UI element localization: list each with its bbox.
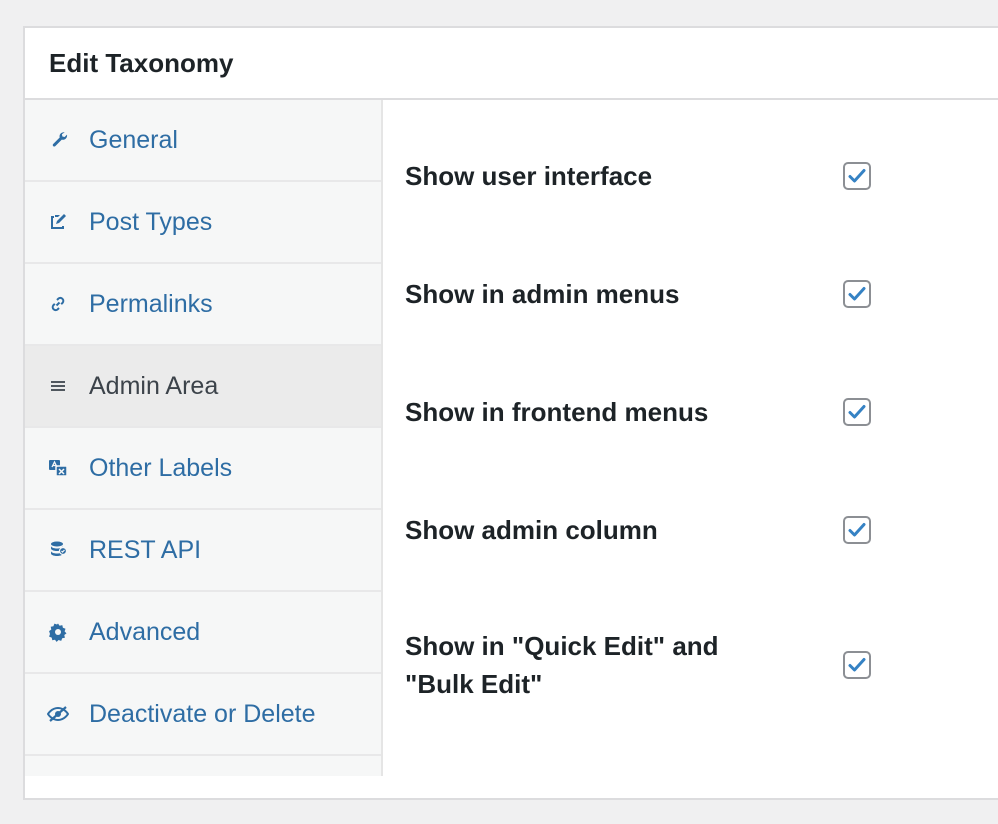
setting-label: Show in frontend menus — [405, 397, 709, 427]
sidebar-item-permalinks[interactable]: Permalinks — [25, 264, 381, 346]
link-icon — [47, 293, 69, 315]
admin-area-settings: Show user interface Show in admin menus … — [383, 100, 998, 776]
panel-title: Edit Taxonomy — [49, 47, 234, 78]
show-ui-checkbox[interactable] — [843, 162, 871, 190]
sidebar-item-other-labels[interactable]: Other Labels — [25, 428, 381, 510]
sidebar-item-deactivate-or-delete[interactable]: Deactivate or Delete — [25, 674, 381, 756]
menu-icon — [47, 375, 69, 397]
edit-taxonomy-panel: Edit Taxonomy General Post Types Permali… — [23, 26, 998, 800]
hidden-icon — [47, 703, 69, 725]
translation-icon — [47, 457, 69, 479]
checkmark-icon — [848, 658, 866, 672]
setting-row-show-in-quick-edit: Show in "Quick Edit" and "Bulk Edit" — [405, 627, 885, 703]
setting-label: Show in admin menus — [405, 279, 680, 309]
sidebar-item-admin-area[interactable]: Admin Area — [25, 346, 381, 428]
sidebar-nav: General Post Types Permalinks Admin Area — [25, 100, 383, 776]
sidebar-item-label: Other Labels — [89, 453, 233, 482]
panel-header: Edit Taxonomy — [25, 28, 998, 100]
gear-icon — [47, 621, 69, 643]
show-in-frontend-menus-checkbox[interactable] — [843, 398, 871, 426]
setting-row-show-in-admin-menus: Show in admin menus — [405, 275, 885, 313]
sidebar-item-label: Post Types — [89, 207, 213, 236]
setting-row-show-in-frontend-menus: Show in frontend menus — [405, 393, 885, 431]
show-in-quick-edit-checkbox[interactable] — [843, 651, 871, 679]
setting-row-show-admin-column: Show admin column — [405, 511, 885, 549]
setting-label: Show admin column — [405, 515, 658, 545]
checkmark-icon — [848, 405, 866, 419]
database-icon — [47, 539, 69, 561]
checkmark-icon — [848, 169, 866, 183]
show-admin-column-checkbox[interactable] — [843, 516, 871, 544]
setting-label: Show user interface — [405, 161, 653, 191]
sidebar-item-general[interactable]: General — [25, 100, 381, 182]
setting-label: Show in "Quick Edit" and "Bulk Edit" — [405, 631, 719, 699]
sidebar-item-advanced[interactable]: Advanced — [25, 592, 381, 674]
panel-body: General Post Types Permalinks Admin Area — [25, 100, 998, 776]
setting-row-show-ui: Show user interface — [405, 157, 885, 195]
sidebar-item-label: Admin Area — [89, 371, 219, 400]
show-in-admin-menus-checkbox[interactable] — [843, 280, 871, 308]
sidebar-item-label: General — [89, 125, 178, 154]
sidebar-item-label: Deactivate or Delete — [89, 699, 316, 728]
checkmark-icon — [848, 523, 866, 537]
checkmark-icon — [848, 287, 866, 301]
wrench-icon — [47, 129, 69, 151]
edit-page-icon — [47, 211, 69, 233]
sidebar-item-label: REST API — [89, 535, 202, 564]
sidebar-item-label: Advanced — [89, 617, 201, 646]
sidebar-item-rest-api[interactable]: REST API — [25, 510, 381, 592]
sidebar-item-label: Permalinks — [89, 289, 213, 318]
sidebar-item-post-types[interactable]: Post Types — [25, 182, 381, 264]
